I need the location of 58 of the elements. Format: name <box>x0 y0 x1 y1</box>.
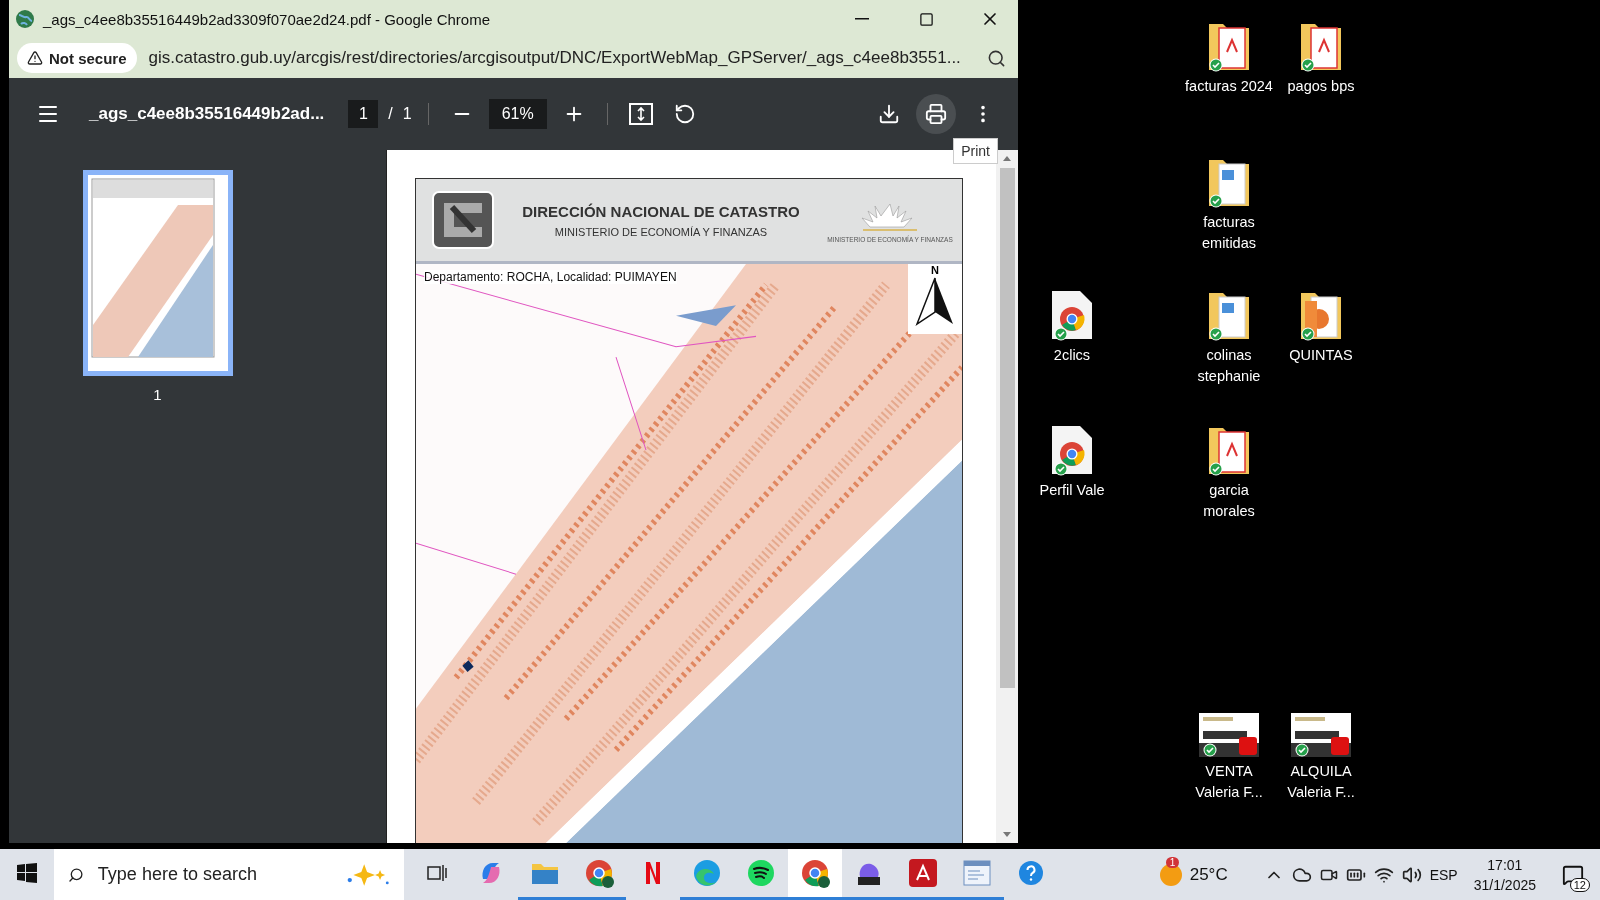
thumbnail-number: 1 <box>153 386 162 403</box>
chrome-file-icon <box>1050 289 1094 341</box>
spotify-icon <box>747 859 775 887</box>
notification-button[interactable]: 12 <box>1552 853 1594 896</box>
file-name: _ags_c4ee8b35516449b2ad... <box>89 104 325 124</box>
pdf-thumbnail-icon <box>1291 713 1351 757</box>
print-icon[interactable] <box>916 94 956 134</box>
windows-logo-icon <box>16 862 38 884</box>
north-arrow-icon <box>915 276 955 326</box>
weather-badge: 1 <box>1165 856 1180 868</box>
desktop-icon-label[interactable]: facturas emitidas <box>1183 212 1275 254</box>
edge-icon <box>692 858 722 888</box>
search-field[interactable]: Type here to search <box>95 863 332 886</box>
desktop-icon-label[interactable]: pagos bps <box>1287 76 1355 97</box>
chrome-icon <box>800 858 830 888</box>
location-caption: Departamento: ROCHA, Localidad: PUIMAYEN <box>424 270 677 284</box>
desktop-icon-label[interactable]: VENTA Valeria F... <box>1183 761 1275 803</box>
help-icon <box>1018 860 1044 886</box>
desktop-icon-label[interactable]: colinas stephanie <box>1183 345 1275 387</box>
url-text[interactable]: gis.catastro.gub.uy/arcgis/rest/directories/arcgisoutput/DNC/ExportWebMap_GPServer/_ags_c4ee8b3551... <box>148 48 970 68</box>
netflix-icon <box>644 861 662 885</box>
page-number-field[interactable]: 1 <box>348 100 379 128</box>
desktop-icon-label[interactable]: 2clics <box>1053 345 1091 366</box>
language-indicator[interactable]: ESP <box>1429 866 1458 883</box>
desktop-icon-label[interactable]: facturas 2024 <box>1185 76 1273 97</box>
chrome-file-icon <box>1050 424 1094 476</box>
desktop-icon-label[interactable]: garcia morales <box>1183 480 1275 522</box>
globe-icon <box>15 9 35 29</box>
volume-icon[interactable] <box>1401 864 1422 885</box>
page-count: 1 <box>402 105 412 123</box>
page-thumbnail[interactable] <box>82 170 233 376</box>
document-window-icon <box>963 860 991 886</box>
minimize-icon <box>855 18 869 20</box>
pdf-thumbnail-icon <box>1199 713 1259 757</box>
desktop-icon-label[interactable]: QUINTAS <box>1289 345 1353 366</box>
task-view-icon <box>426 862 448 884</box>
scrollbar-thumb[interactable] <box>999 168 1015 688</box>
window-title: _ags_c4ee8b35516449b2ad3309f070ae2d24.pdf - Google Chrome <box>43 10 492 28</box>
search-bar[interactable]: Type here to search <box>54 849 404 900</box>
scroll-down-icon[interactable] <box>1002 831 1012 839</box>
north-label: N <box>931 264 939 276</box>
scroll-up-icon[interactable] <box>1002 154 1012 162</box>
maximize-icon <box>918 11 934 27</box>
warning-icon <box>27 50 43 66</box>
clock[interactable]: 17:01 31/1/2025 <box>1465 854 1544 895</box>
taskbar-app-button[interactable] <box>788 849 842 900</box>
header-subtitle: MINISTERIO DE ECONOMÍA Y FINANZAS <box>554 225 768 238</box>
not-secure-chip[interactable]: Not secure <box>17 43 137 73</box>
acrobat-icon <box>909 859 937 887</box>
desktop-icon-label[interactable]: ALQUILA Valeria F... <box>1275 761 1367 803</box>
folder-icon <box>531 861 559 885</box>
header-title: DIRECCIÓN NACIONAL DE CATASTRO <box>522 202 800 220</box>
page-separator: / <box>388 105 393 123</box>
print-tooltip: Print <box>953 138 998 164</box>
zoom-field[interactable]: 61% <box>488 99 547 129</box>
catastro-logo <box>432 191 494 249</box>
desktop-icon-label[interactable]: Perfil Vale <box>1039 480 1105 501</box>
chrome-icon <box>584 858 614 888</box>
